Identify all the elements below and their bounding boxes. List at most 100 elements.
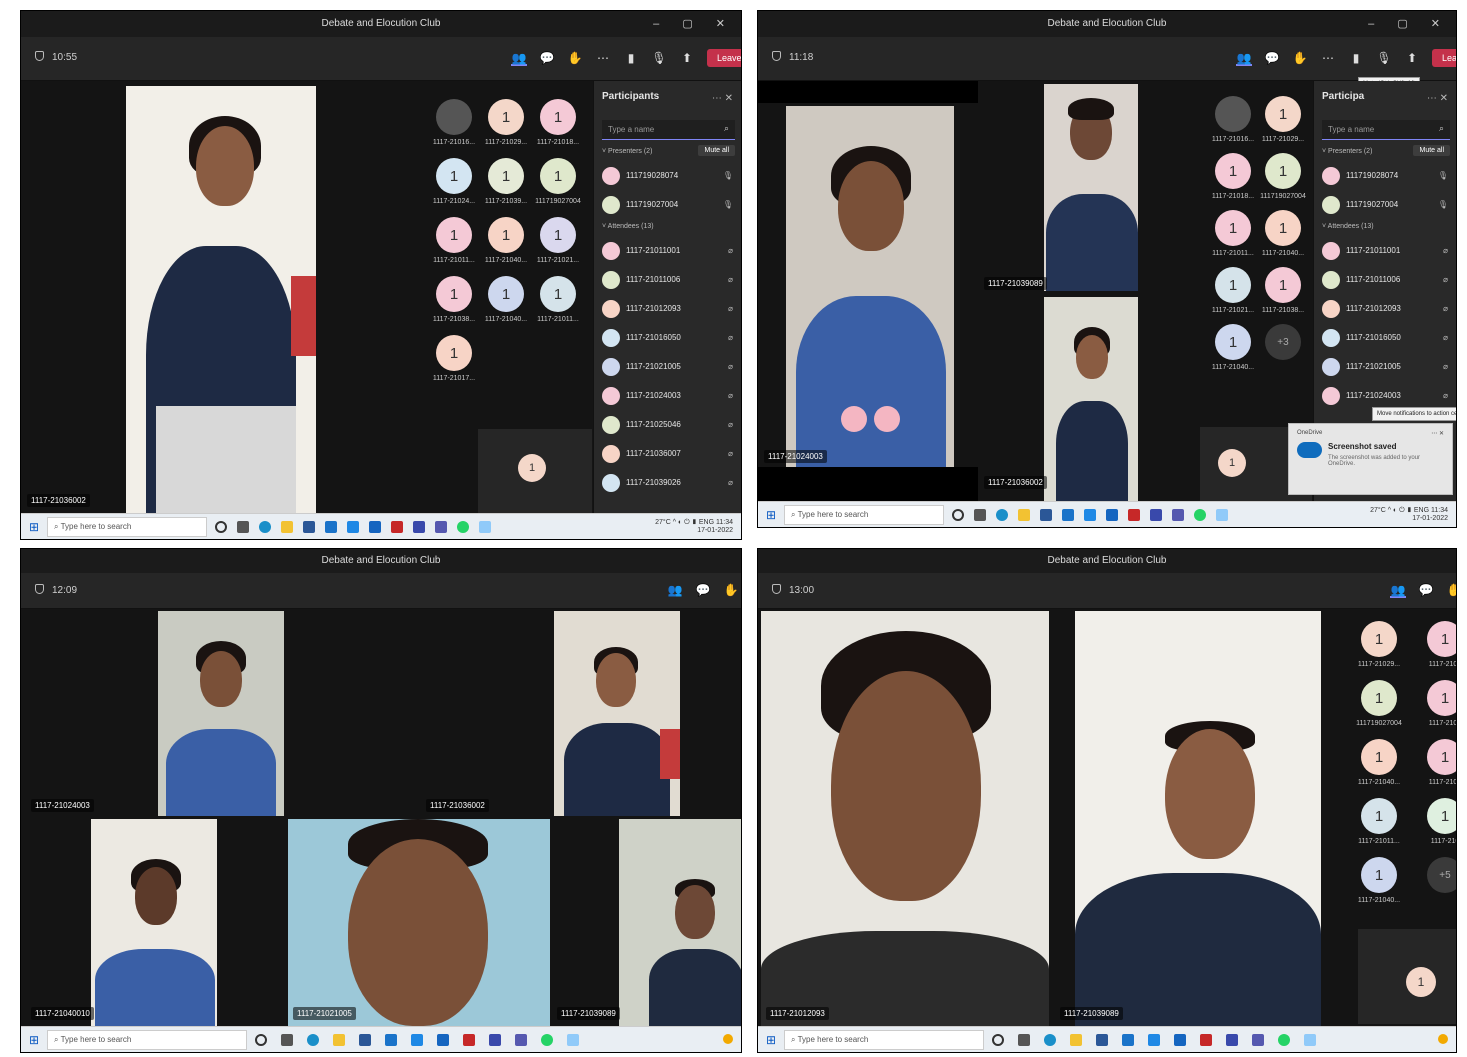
mcafee-icon[interactable] [1128,508,1140,521]
edge-icon[interactable] [996,508,1008,521]
app-icon[interactable] [1150,508,1162,521]
participant-tile[interactable]: 1 1117-2104 [1422,621,1456,668]
participant-row[interactable]: 1117-21036007 ⌀ [602,439,735,468]
mic-off-icon[interactable]: ⌀ [728,420,733,429]
participant-row[interactable]: 1117-21011001 ⌀ [1322,236,1450,265]
participant-tile[interactable]: 1 1117-21011... [1210,210,1256,257]
participant-tile[interactable]: 1 1117-21018... [1210,153,1256,200]
store-icon[interactable] [1040,508,1052,521]
windows-start-icon[interactable]: ⊞ [21,1033,47,1047]
participant-search-input[interactable]: Type a name ⌕ [602,120,735,140]
participant-row[interactable]: 1117-21024003 ⌀ [1322,381,1450,410]
mcafee-icon[interactable] [463,1033,475,1046]
participant-tile[interactable]: 1117-21016... [1210,96,1256,143]
participant-row[interactable]: 1117-21011006 ⌀ [602,265,735,294]
participant-tile[interactable]: 1117-21016... [431,99,477,146]
participant-row[interactable]: 111719027004 🎙 [602,190,735,219]
mic-off-icon[interactable]: ⌀ [728,333,733,342]
mic-off-icon[interactable]: ⌀ [728,304,733,313]
app-icon[interactable] [1106,508,1118,521]
window-controls[interactable]: – ▢ ✕ [653,11,735,37]
participant-tile[interactable]: 1 1117-21029... [1260,96,1306,143]
participant-tile[interactable]: 1 1117-21038... [431,276,477,323]
teams-icon[interactable] [435,520,447,533]
participant-tile[interactable]: 1 1117-21038... [1260,267,1306,314]
share-icon[interactable]: ⬆ [679,50,695,66]
participant-tile[interactable]: 1 1117-21040... [483,217,529,264]
participant-tile[interactable]: 1 1117-21011... [1356,798,1402,845]
participant-row[interactable]: 1117-21016050 ⌀ [1322,323,1450,352]
participant-tile[interactable]: 1 1117-21011... [535,276,581,323]
app-icon[interactable] [347,520,359,533]
participant-row[interactable]: 1117-21012093 ⌀ [602,294,735,323]
participant-row[interactable]: 1117-21012093 ⌀ [1322,294,1450,323]
app-icon[interactable] [369,520,381,533]
reactions-icon[interactable]: ✋ [1292,50,1308,66]
participant-row[interactable]: 111719028074 🎙 [1322,161,1450,190]
mic-off-icon[interactable]: ⌀ [728,246,733,255]
participants-icon[interactable]: 👥 [1236,50,1252,66]
mic-off-icon[interactable]: ⌀ [728,362,733,371]
participant-tile[interactable]: 1 1117-21011... [431,217,477,264]
notepad-icon[interactable] [1304,1033,1316,1046]
edge-icon[interactable] [307,1033,319,1046]
participant-tile[interactable]: 1 1117-21021... [1210,267,1256,314]
participant-row[interactable]: 1117-21024003 ⌀ [602,381,735,410]
app-icon[interactable] [1174,1033,1186,1046]
file-explorer-icon[interactable] [1018,508,1030,521]
attendees-header[interactable]: ˅ Attendees (13) [1322,223,1450,230]
mail-icon[interactable] [385,1033,397,1046]
more-icon[interactable]: ⋯ [1320,50,1336,66]
reactions-icon[interactable]: ✋ [567,50,583,66]
notepad-icon[interactable] [1216,508,1228,521]
mic-off-icon[interactable]: ⌀ [1443,246,1448,255]
participant-tile[interactable]: 1 1117-21017... [431,335,477,382]
file-explorer-icon[interactable] [333,1033,345,1046]
participant-row[interactable]: 1117-21021005 ⌀ [602,352,735,381]
participant-row[interactable]: 1117-21039026 ⌀ [602,468,735,497]
mic-off-icon[interactable]: ⌀ [1443,304,1448,313]
edge-icon[interactable] [1044,1033,1056,1046]
mail-icon[interactable] [1122,1033,1134,1046]
chat-icon[interactable]: 💬 [1264,50,1280,66]
task-view-icon[interactable] [974,508,986,521]
notepad-icon[interactable] [567,1033,579,1046]
participant-tile[interactable]: 1 1117-21021... [535,217,581,264]
participant-tile[interactable]: 1 111719027004 [1260,153,1306,200]
store-icon[interactable] [303,520,315,533]
participant-tile[interactable]: 1 111719027004 [1356,680,1402,727]
participant-tile[interactable]: 1 1117-2101 [1422,680,1456,727]
app-icon[interactable] [489,1033,501,1046]
mcafee-icon[interactable] [391,520,403,533]
participants-icon[interactable]: 👥 [667,582,683,598]
leave-button[interactable]: Leave [1432,49,1456,67]
taskbar-search-input[interactable]: ⌕ Type here to search [47,516,207,537]
leave-button[interactable]: Leave [707,49,741,67]
attendees-header[interactable]: ˅ Attendees (13) [602,223,735,230]
presenters-header[interactable]: ˅ Presenters (2) Mute all [1322,145,1450,156]
participant-tile[interactable]: 1 1117-21040... [1356,857,1402,904]
participant-tile[interactable]: 1 1117-21024... [431,158,477,205]
edge-icon[interactable] [259,520,271,533]
participant-tile[interactable]: 1 1117-21040... [483,276,529,323]
participants-icon[interactable]: 👥 [1390,582,1406,598]
app-icon[interactable] [413,520,425,533]
mic-icon[interactable]: 🎙 [723,171,733,180]
teams-icon[interactable] [1172,508,1184,521]
windows-start-icon[interactable]: ⊞ [758,508,784,522]
mic-off-icon[interactable]: ⌀ [1443,333,1448,342]
participant-tile[interactable]: 1 1117-21018... [535,99,581,146]
app-icon[interactable] [437,1033,449,1046]
reactions-icon[interactable]: ✋ [723,582,739,598]
mute-all-button[interactable]: Mute all [1413,145,1450,156]
camera-off-icon[interactable]: ▮ [623,50,639,66]
task-view-icon[interactable] [237,520,249,533]
camera-off-icon[interactable]: ▮ [1348,50,1364,66]
windows-start-icon[interactable]: ⊞ [21,520,47,534]
store-icon[interactable] [1096,1033,1108,1046]
participant-row[interactable]: 1117-21021005 ⌀ [1322,352,1450,381]
participant-row[interactable]: 1117-21016050 ⌀ [602,323,735,352]
notepad-icon[interactable] [479,520,491,533]
app-icon[interactable] [1148,1033,1160,1046]
mic-off-icon[interactable]: ⌀ [728,275,733,284]
